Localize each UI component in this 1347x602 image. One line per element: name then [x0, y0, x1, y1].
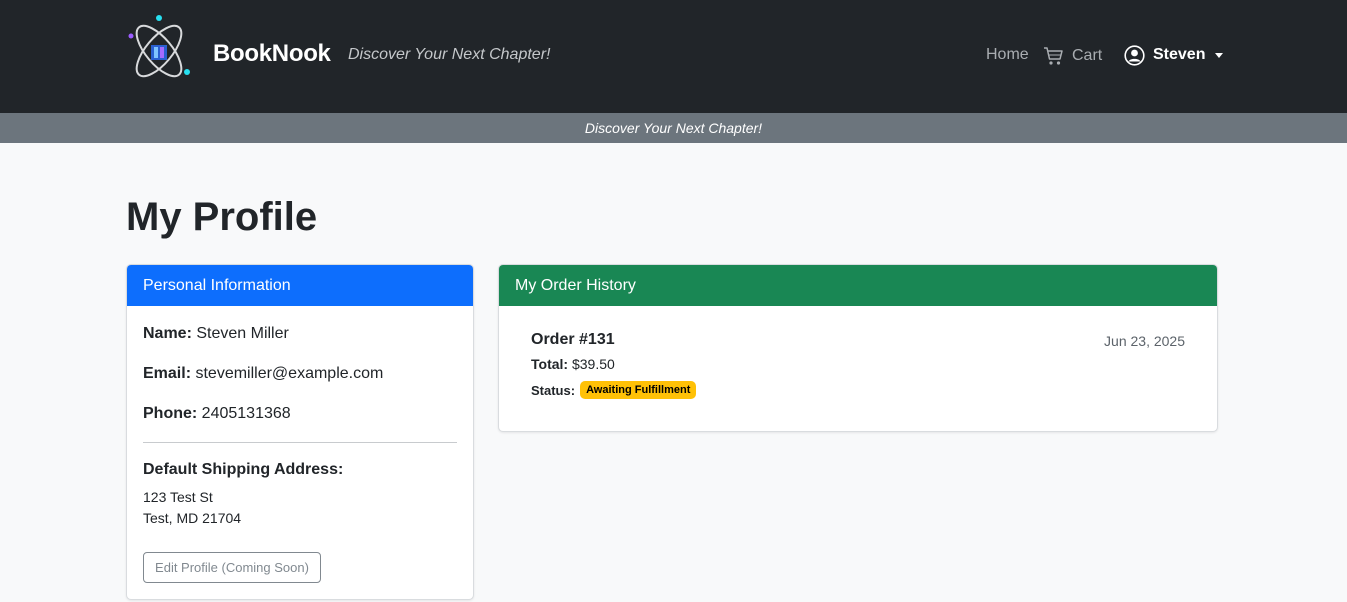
address-line-2: Test, MD 21704 [143, 510, 242, 526]
personal-info-header: Personal Information [127, 265, 473, 306]
user-circle-icon [1124, 44, 1145, 66]
order-status-row: Status: Awaiting Fulfillment [531, 381, 697, 399]
name-row: Name: Steven Miller [143, 325, 289, 343]
shipping-heading: Default Shipping Address: [143, 461, 344, 478]
order-title: Order #131 [531, 331, 615, 348]
divider [143, 442, 457, 443]
brand-tagline: Discover Your Next Chapter! [348, 46, 551, 63]
navbar: BookNook Discover Your Next Chapter! Hom… [0, 0, 1347, 113]
page-title: My Profile [126, 195, 318, 239]
personal-info-card: Personal Information Name: Steven Miller… [126, 264, 474, 600]
cart-icon [1044, 47, 1063, 65]
cart-label: Cart [1072, 47, 1103, 64]
phone-row: Phone: 2405131368 [143, 405, 291, 423]
nav-cart-link[interactable]: Cart [1043, 45, 1102, 67]
order-history-card: My Order History Order #131 Jun 23, 2025… [498, 264, 1218, 432]
caret-down-icon [1215, 52, 1224, 58]
edit-profile-button[interactable]: Edit Profile (Coming Soon) [143, 552, 321, 583]
atom-book-logo-icon[interactable] [126, 14, 192, 86]
order-total-row: Total: $39.50 [531, 356, 615, 372]
order-total-label: Total: [531, 356, 569, 372]
order-history-header: My Order History [499, 265, 1217, 306]
order-total-value: $39.50 [571, 356, 615, 372]
email-row: Email: stevemiller@example.com [143, 365, 383, 383]
order-status-label: Status: [531, 382, 576, 398]
email-label: Email: [143, 365, 192, 382]
tagline-bar: Discover Your Next Chapter! [0, 113, 1347, 143]
order-date: Jun 23, 2025 [1104, 333, 1185, 349]
phone-label: Phone: [143, 405, 198, 422]
status-badge: Awaiting Fulfillment [580, 381, 697, 399]
name-value: Steven Miller [196, 325, 289, 342]
user-name: Steven [1153, 46, 1206, 63]
name-label: Name: [143, 325, 192, 342]
brand-name[interactable]: BookNook [213, 40, 331, 68]
phone-value: 2405131368 [201, 405, 291, 422]
nav-home-link[interactable]: Home [986, 46, 1029, 64]
address-line-1: 123 Test St [143, 489, 213, 505]
user-menu-dropdown[interactable]: Steven [1124, 44, 1224, 66]
email-value: stevemiller@example.com [195, 365, 384, 382]
